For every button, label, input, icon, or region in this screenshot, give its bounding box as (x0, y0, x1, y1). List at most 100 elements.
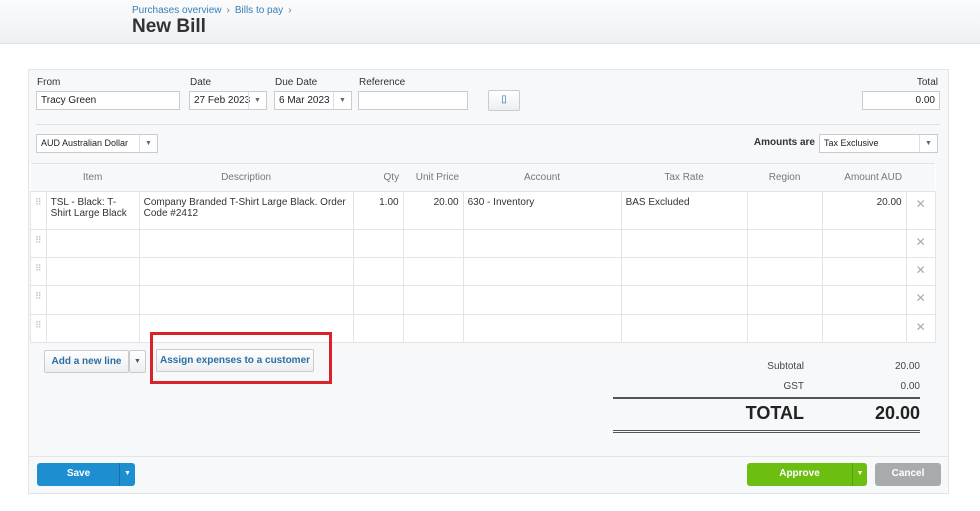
amounts-are-select[interactable]: Tax Exclusive ▼ (819, 134, 938, 153)
page-title: New Bill (132, 16, 206, 37)
cell-qty[interactable] (352, 257, 404, 286)
cell-unit-price[interactable] (402, 285, 464, 315)
save-dropdown-button[interactable]: ▼ (119, 463, 135, 486)
cell-region[interactable] (746, 285, 823, 315)
cell-tax-rate[interactable] (620, 229, 748, 258)
due-date-input[interactable]: 6 Mar 2023 ▼ (274, 91, 352, 110)
chevron-down-icon[interactable]: ▼ (248, 92, 266, 109)
cancel-button[interactable]: Cancel (875, 463, 941, 486)
delete-row-icon[interactable]: ✕ (905, 191, 936, 230)
chevron-down-icon: ▼ (139, 135, 157, 152)
reference-input[interactable] (358, 91, 468, 110)
delete-row-icon[interactable]: ✕ (905, 229, 936, 258)
column-header-tax-rate: Tax Rate (621, 163, 748, 192)
subtotal-label: Subtotal (767, 361, 804, 372)
approve-dropdown-button[interactable]: ▼ (852, 463, 867, 486)
currency-value: AUD Australian Dollar (41, 138, 129, 148)
drag-handle-icon[interactable]: ⠿ (30, 191, 47, 230)
chevron-down-icon: ▼ (856, 470, 864, 477)
cell-tax-rate[interactable] (620, 257, 748, 286)
cell-tax-rate[interactable] (620, 285, 748, 315)
cell-amount-aud[interactable] (821, 229, 907, 258)
cell-region[interactable] (746, 191, 823, 230)
cell-region[interactable] (746, 314, 823, 343)
chevron-down-icon[interactable]: ▼ (333, 92, 351, 109)
cell-item[interactable] (45, 257, 140, 286)
cell-region[interactable] (746, 257, 823, 286)
cell-description[interactable] (138, 257, 354, 286)
line-items-table: Item Description Qty Unit Price Account Tax R… (30, 163, 936, 343)
cell-region[interactable] (746, 229, 823, 258)
cell-item[interactable] (45, 314, 140, 343)
drag-handle-icon[interactable]: ⠿ (30, 257, 47, 286)
cell-unit-price[interactable]: 20.00 (402, 191, 464, 230)
from-label: From (37, 77, 61, 88)
from-input[interactable]: Tracy Green (36, 91, 180, 110)
approve-button[interactable]: Approve (747, 463, 852, 486)
total-input: 0.00 (862, 91, 940, 110)
chevron-down-icon: ▼ (124, 470, 131, 477)
currency-select[interactable]: AUD Australian Dollar ▼ (36, 134, 158, 153)
reference-label: Reference (359, 77, 406, 88)
column-header-region: Region (747, 163, 823, 192)
column-header-qty: Qty (353, 163, 404, 192)
cell-qty[interactable] (352, 229, 404, 258)
breadcrumb-purchases-overview[interactable]: Purchases overview (132, 5, 221, 16)
add-line-dropdown-button[interactable]: ▼ (129, 350, 146, 373)
save-button[interactable]: Save (37, 463, 120, 486)
drag-handle-icon[interactable]: ⠿ (30, 285, 47, 315)
column-header-account: Account (463, 163, 622, 192)
add-new-line-button[interactable]: Add a new line (44, 350, 129, 373)
cell-account[interactable] (462, 257, 622, 286)
cell-amount-aud[interactable] (821, 314, 907, 343)
cell-description[interactable]: Company Branded T-Shirt Large Black. Ord… (138, 191, 354, 230)
breadcrumb-separator: › (288, 5, 292, 16)
cell-qty[interactable] (352, 314, 404, 343)
table-row: ⠿ ✕ (30, 229, 936, 258)
cell-qty[interactable] (352, 285, 404, 315)
cell-item[interactable] (45, 229, 140, 258)
cell-account[interactable] (462, 285, 622, 315)
column-header-description: Description (139, 163, 354, 192)
cell-qty[interactable]: 1.00 (352, 191, 404, 230)
delete-row-icon[interactable]: ✕ (905, 285, 936, 315)
cell-amount-aud[interactable]: 20.00 (821, 191, 907, 230)
date-input[interactable]: 27 Feb 2023 ▼ (189, 91, 267, 110)
column-header-unit-price: Unit Price (403, 163, 464, 192)
breadcrumb-separator: › (226, 5, 230, 16)
cell-amount-aud[interactable] (821, 285, 907, 315)
cell-account[interactable]: 630 - Inventory (462, 191, 622, 230)
divider (36, 124, 940, 125)
delete-row-icon[interactable]: ✕ (905, 257, 936, 286)
cell-unit-price[interactable] (402, 229, 464, 258)
date-value: 27 Feb 2023 (194, 95, 251, 106)
cell-description[interactable] (138, 229, 354, 258)
total-double-line (613, 430, 920, 433)
amounts-are-value: Tax Exclusive (824, 138, 879, 148)
delete-row-icon[interactable]: ✕ (905, 314, 936, 343)
breadcrumb: Purchases overview › Bills to pay › (132, 5, 297, 16)
copy-document-button[interactable]: ▯ (488, 90, 520, 111)
cell-account[interactable] (462, 314, 622, 343)
delete-header (906, 163, 936, 192)
cell-unit-price[interactable] (402, 314, 464, 343)
cell-unit-price[interactable] (402, 257, 464, 286)
drag-handle-icon[interactable]: ⠿ (30, 314, 47, 343)
cell-account[interactable] (462, 229, 622, 258)
column-header-amount-aud: Amount AUD (822, 163, 907, 192)
due-date-value: 6 Mar 2023 (279, 95, 330, 106)
gst-label: GST (783, 381, 804, 392)
breadcrumb-bills-to-pay[interactable]: Bills to pay (235, 5, 283, 16)
cell-item[interactable]: TSL - Black: T-Shirt Large Black (45, 191, 140, 230)
cell-tax-rate[interactable] (620, 314, 748, 343)
cell-description[interactable] (138, 285, 354, 315)
cell-amount-aud[interactable] (821, 257, 907, 286)
drag-handle-icon[interactable]: ⠿ (30, 229, 47, 258)
total-divider (613, 397, 920, 399)
cell-item[interactable] (45, 285, 140, 315)
divider (29, 456, 949, 457)
document-icon: ▯ (501, 94, 507, 105)
cell-tax-rate[interactable]: BAS Excluded (620, 191, 748, 230)
table-row: ⠿ TSL - Black: T-Shirt Large Black Company… (30, 191, 936, 230)
date-label: Date (190, 77, 212, 88)
